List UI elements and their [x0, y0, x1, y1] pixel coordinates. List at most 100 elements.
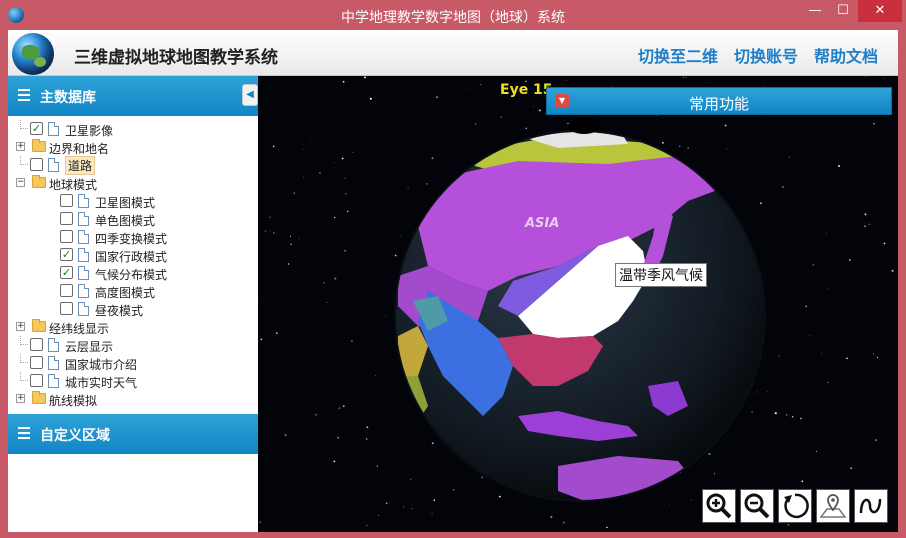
document-icon [78, 302, 89, 316]
globe[interactable] [258, 76, 898, 532]
title-bar: 中学地理教学数字地图（地球）系统 — ☐ ✕ [0, 0, 906, 30]
tree-layer-node[interactable]: 昼夜模式 [8, 300, 258, 318]
folder-icon [32, 175, 46, 188]
custom-region-title: 自定义区域 [40, 428, 110, 444]
tree-node-label: 卫星影像 [65, 124, 114, 138]
main-database-header[interactable]: 主数据库 ◀ [8, 76, 258, 116]
tree-layer-node[interactable]: 云层显示 [8, 336, 258, 354]
document-icon [78, 284, 89, 298]
zoom-in-icon[interactable] [702, 489, 736, 523]
layer-tree: ✓ 卫星影像 + 边界和地名 道路 − 地球模式卫星图模式单色图模式四季变换模式 ✓ 国家行政模… [8, 120, 258, 408]
expand-icon[interactable]: + [16, 394, 25, 403]
unchecked-checkbox[interactable] [60, 194, 73, 207]
document-icon [48, 338, 59, 352]
folder-icon [32, 319, 46, 332]
application-window: 中学地理教学数字地图（地球）系统 — ☐ ✕ 三维虚拟地球地图教学系统 切换至二… [0, 0, 906, 538]
document-icon [78, 266, 89, 280]
tree-node-label: 城市实时天气 [65, 376, 138, 390]
folder-icon [32, 391, 46, 404]
pole-cap [568, 118, 600, 134]
expand-icon[interactable]: + [16, 142, 25, 151]
list-icon [18, 89, 30, 101]
globe-viewport[interactable]: ASIA Eye 15… ▼ 常用功能 温带季风气候 [258, 76, 898, 532]
zoom-out-icon[interactable] [740, 489, 774, 523]
tree-connector [20, 336, 28, 345]
app-header: 三维虚拟地球地图教学系统 切换至二维 切换账号 帮助文档 [8, 30, 898, 76]
left-panel: 主数据库 ◀ ✓ 卫星影像 + 边界和地名 道路 − 地球模式卫星图模式单色图模式四季变换模… [8, 76, 258, 532]
tree-node-label: 云层显示 [65, 340, 114, 354]
tree-connector [20, 372, 28, 381]
tree-layer-node[interactable]: ✓ 气候分布模式 [8, 264, 258, 282]
unchecked-checkbox[interactable] [60, 212, 73, 225]
tree-node-label: 昼夜模式 [95, 304, 144, 318]
document-icon [78, 194, 89, 208]
tree-folder-node[interactable]: + 边界和地名 [8, 138, 258, 156]
tree-layer-node[interactable]: 单色图模式 [8, 210, 258, 228]
expand-icon[interactable]: + [16, 322, 25, 331]
tree-folder-node[interactable]: + 经纬线显示 [8, 318, 258, 336]
tree-node-label: 高度图模式 [95, 286, 156, 300]
document-icon [48, 374, 59, 388]
tree-node-label: 航线模拟 [49, 394, 98, 408]
tree-node-label: 卫星图模式 [95, 196, 156, 210]
tree-node-label: 经纬线显示 [49, 322, 110, 336]
tree-layer-node[interactable]: 卫星图模式 [8, 192, 258, 210]
close-button[interactable]: ✕ [858, 0, 902, 22]
map-toolbar [702, 489, 888, 523]
collapse-panel-button[interactable]: ◀ [242, 84, 258, 106]
help-docs-link[interactable]: 帮助文档 [814, 43, 878, 67]
tree-layer-node[interactable]: 四季变换模式 [8, 228, 258, 246]
maximize-button[interactable]: ☐ [830, 0, 856, 22]
unchecked-checkbox[interactable] [30, 356, 43, 369]
app-name: 三维虚拟地球地图教学系统 [74, 48, 278, 68]
unchecked-checkbox[interactable] [60, 230, 73, 243]
path-icon[interactable] [854, 489, 888, 523]
climate-tooltip: 温带季风气候 [615, 263, 707, 287]
tree-connector [20, 120, 28, 129]
main-database-title: 主数据库 [40, 90, 96, 106]
tree-node-label: 气候分布模式 [95, 268, 168, 282]
window-title: 中学地理教学数字地图（地球）系统 [341, 10, 565, 26]
rotate-icon[interactable] [778, 489, 812, 523]
header-nav: 切换至二维 切换账号 帮助文档 [638, 43, 878, 67]
document-icon [48, 122, 59, 136]
unchecked-checkbox[interactable] [30, 158, 43, 171]
switch-to-2d-link[interactable]: 切换至二维 [638, 43, 718, 67]
tree-connector [20, 354, 28, 363]
tree-folder-node[interactable]: + 航线模拟 [8, 390, 258, 408]
document-icon [78, 248, 89, 262]
document-icon [78, 212, 89, 226]
checked-checkbox[interactable]: ✓ [60, 248, 73, 261]
tree-node-label: 国家城市介绍 [65, 358, 138, 372]
location-pin-icon[interactable] [816, 489, 850, 523]
minimize-button[interactable]: — [802, 0, 828, 22]
tree-folder-node[interactable]: − 地球模式 [8, 174, 258, 192]
tree-layer-node[interactable]: ✓ 卫星影像 [8, 120, 258, 138]
tree-layer-node[interactable]: 高度图模式 [8, 282, 258, 300]
tree-node-label: 地球模式 [49, 178, 98, 192]
checked-checkbox[interactable]: ✓ [60, 266, 73, 279]
unchecked-checkbox[interactable] [60, 284, 73, 297]
continent-label: ASIA [525, 216, 560, 231]
tree-layer-node[interactable]: 城市实时天气 [8, 372, 258, 390]
folder-icon [32, 139, 46, 152]
unchecked-checkbox[interactable] [30, 338, 43, 351]
common-functions-bar[interactable]: ▼ 常用功能 [546, 87, 892, 115]
document-icon [48, 158, 59, 172]
logo-globe-icon [12, 33, 54, 75]
tree-node-label: 单色图模式 [95, 214, 156, 228]
tree-layer-node[interactable]: ✓ 国家行政模式 [8, 246, 258, 264]
unchecked-checkbox[interactable] [30, 374, 43, 387]
collapse-icon[interactable]: − [16, 178, 25, 187]
tree-node-label: 四季变换模式 [95, 232, 168, 246]
document-icon [48, 356, 59, 370]
checked-checkbox[interactable]: ✓ [30, 122, 43, 135]
custom-region-header[interactable]: 自定义区域 [8, 414, 258, 454]
unchecked-checkbox[interactable] [60, 302, 73, 315]
list-icon [18, 427, 30, 439]
switch-account-link[interactable]: 切换账号 [734, 43, 798, 67]
tree-node-label: 道路 [65, 156, 96, 175]
tree-layer-node[interactable]: 道路 [8, 156, 258, 175]
tree-layer-node[interactable]: 国家城市介绍 [8, 354, 258, 372]
common-functions-label: 常用功能 [688, 95, 749, 113]
